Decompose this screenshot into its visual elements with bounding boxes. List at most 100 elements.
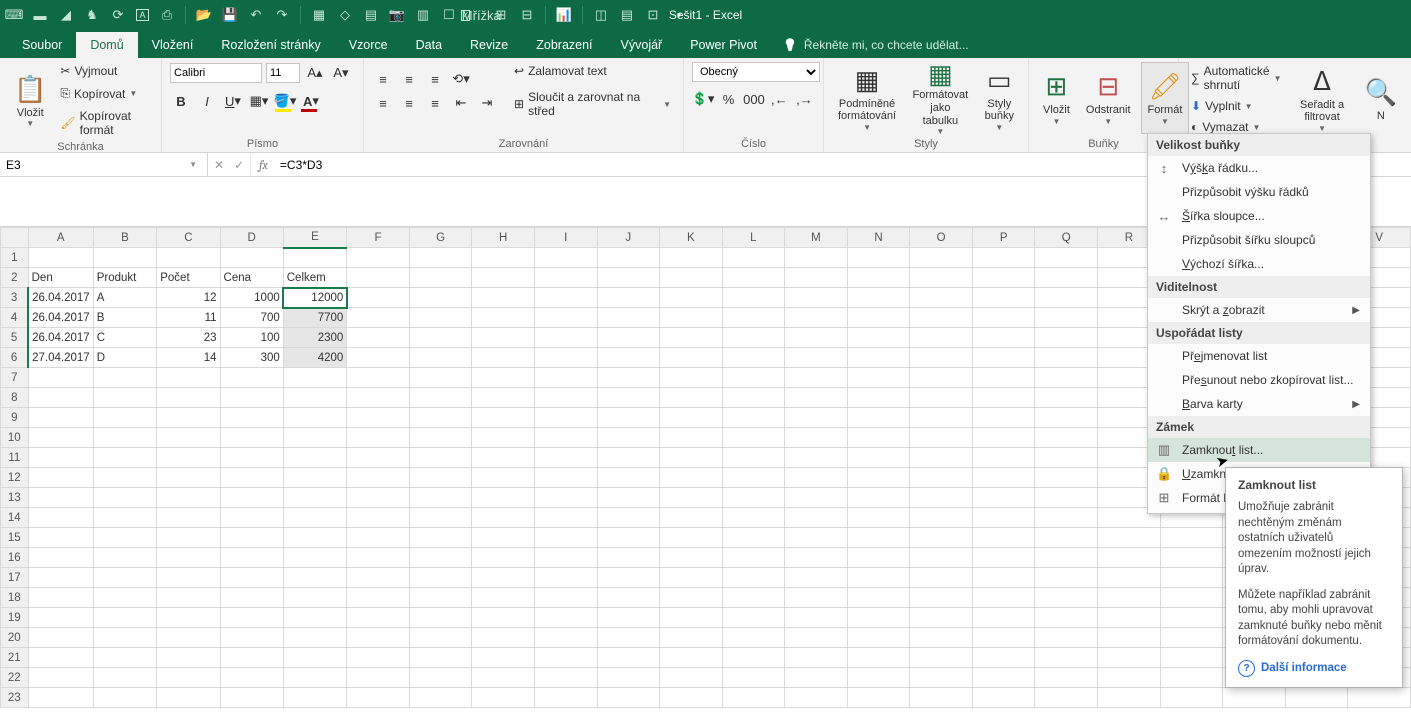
cell[interactable] (347, 268, 410, 288)
cell[interactable] (722, 548, 785, 568)
cell[interactable] (409, 348, 472, 368)
cell[interactable] (28, 368, 93, 388)
cell[interactable] (660, 588, 723, 608)
cell[interactable] (157, 588, 220, 608)
cell[interactable] (847, 308, 910, 328)
cell[interactable] (910, 588, 973, 608)
cell[interactable] (847, 408, 910, 428)
cell[interactable]: 1000 (220, 288, 283, 308)
cell[interactable] (722, 368, 785, 388)
cell[interactable] (28, 688, 93, 708)
cell[interactable] (409, 528, 472, 548)
cell[interactable] (535, 508, 598, 528)
cell[interactable] (157, 388, 220, 408)
cell[interactable] (972, 508, 1035, 528)
qat-undo-icon[interactable]: ↶ (248, 7, 264, 23)
cell[interactable] (785, 668, 848, 688)
cell[interactable]: 4200 (283, 348, 347, 368)
cell[interactable] (1160, 668, 1223, 688)
cell[interactable] (910, 248, 973, 268)
cell[interactable] (847, 528, 910, 548)
cell[interactable] (220, 668, 283, 688)
cell[interactable] (660, 688, 723, 708)
cell[interactable] (472, 328, 535, 348)
col-header[interactable]: I (535, 228, 598, 248)
cell[interactable] (28, 608, 93, 628)
qat-new-icon[interactable]: ▬ (32, 7, 48, 23)
cell[interactable] (785, 268, 848, 288)
cell[interactable] (472, 568, 535, 588)
cell[interactable] (597, 328, 660, 348)
cell[interactable] (910, 508, 973, 528)
cell[interactable] (785, 308, 848, 328)
row-header[interactable]: 17 (1, 568, 29, 588)
cell[interactable] (28, 528, 93, 548)
cell[interactable] (1035, 308, 1098, 328)
cell[interactable] (409, 428, 472, 448)
cell[interactable] (157, 628, 220, 648)
align-left-icon[interactable]: ≡ (372, 92, 394, 114)
cell[interactable] (1098, 668, 1161, 688)
cell[interactable] (597, 388, 660, 408)
cell[interactable] (1285, 688, 1348, 708)
menu-default-width[interactable]: Výchozí šířka... (1148, 252, 1370, 276)
cell[interactable] (1035, 668, 1098, 688)
cell[interactable] (283, 588, 347, 608)
cell[interactable] (93, 488, 157, 508)
cell[interactable] (972, 248, 1035, 268)
cell[interactable]: 100 (220, 328, 283, 348)
cell[interactable] (283, 248, 347, 268)
cell[interactable] (660, 468, 723, 488)
cell[interactable] (93, 528, 157, 548)
row-header[interactable]: 10 (1, 428, 29, 448)
cell[interactable] (157, 428, 220, 448)
cancel-formula-icon[interactable]: ✕ (214, 158, 224, 172)
cell[interactable] (409, 608, 472, 628)
cell[interactable] (283, 668, 347, 688)
paste-button[interactable]: 📋 Vložit ▼ (8, 65, 52, 137)
cell[interactable] (1098, 608, 1161, 628)
grow-font-icon[interactable]: A▴ (304, 62, 326, 84)
col-header[interactable]: P (972, 228, 1035, 248)
cell[interactable] (972, 568, 1035, 588)
cell[interactable] (535, 488, 598, 508)
cell[interactable]: 300 (220, 348, 283, 368)
cell[interactable] (597, 348, 660, 368)
cell[interactable] (660, 648, 723, 668)
qat-save-icon[interactable]: 💾 (222, 7, 238, 23)
row-header[interactable]: 16 (1, 548, 29, 568)
tab-developer[interactable]: Vývojář (607, 32, 677, 58)
cell[interactable] (785, 528, 848, 548)
cell[interactable] (409, 508, 472, 528)
cell[interactable] (597, 288, 660, 308)
find-select-button[interactable]: 🔍N (1359, 63, 1403, 135)
row-header[interactable]: 2 (1, 268, 29, 288)
cell[interactable] (1035, 408, 1098, 428)
cell[interactable] (597, 608, 660, 628)
row-header[interactable]: 13 (1, 488, 29, 508)
cell[interactable] (785, 648, 848, 668)
menu-tab-color[interactable]: Barva karty▶ (1148, 392, 1370, 416)
row-header[interactable]: 14 (1, 508, 29, 528)
cell[interactable] (409, 408, 472, 428)
cell[interactable] (93, 548, 157, 568)
cell[interactable] (1035, 368, 1098, 388)
cell[interactable] (910, 628, 973, 648)
cell[interactable]: 23 (157, 328, 220, 348)
cell[interactable] (972, 448, 1035, 468)
cell[interactable] (93, 608, 157, 628)
cell[interactable] (283, 528, 347, 548)
cell[interactable] (972, 348, 1035, 368)
cell[interactable] (157, 568, 220, 588)
cell[interactable] (660, 448, 723, 468)
row-header[interactable]: 21 (1, 648, 29, 668)
cell[interactable] (597, 628, 660, 648)
conditional-formatting-button[interactable]: ▦Podmíněné formátování▼ (832, 62, 902, 134)
cell[interactable] (1035, 248, 1098, 268)
cell[interactable] (660, 268, 723, 288)
cell[interactable] (722, 348, 785, 368)
cell[interactable] (535, 368, 598, 388)
cell[interactable] (847, 348, 910, 368)
cell[interactable] (157, 488, 220, 508)
cell[interactable] (535, 608, 598, 628)
